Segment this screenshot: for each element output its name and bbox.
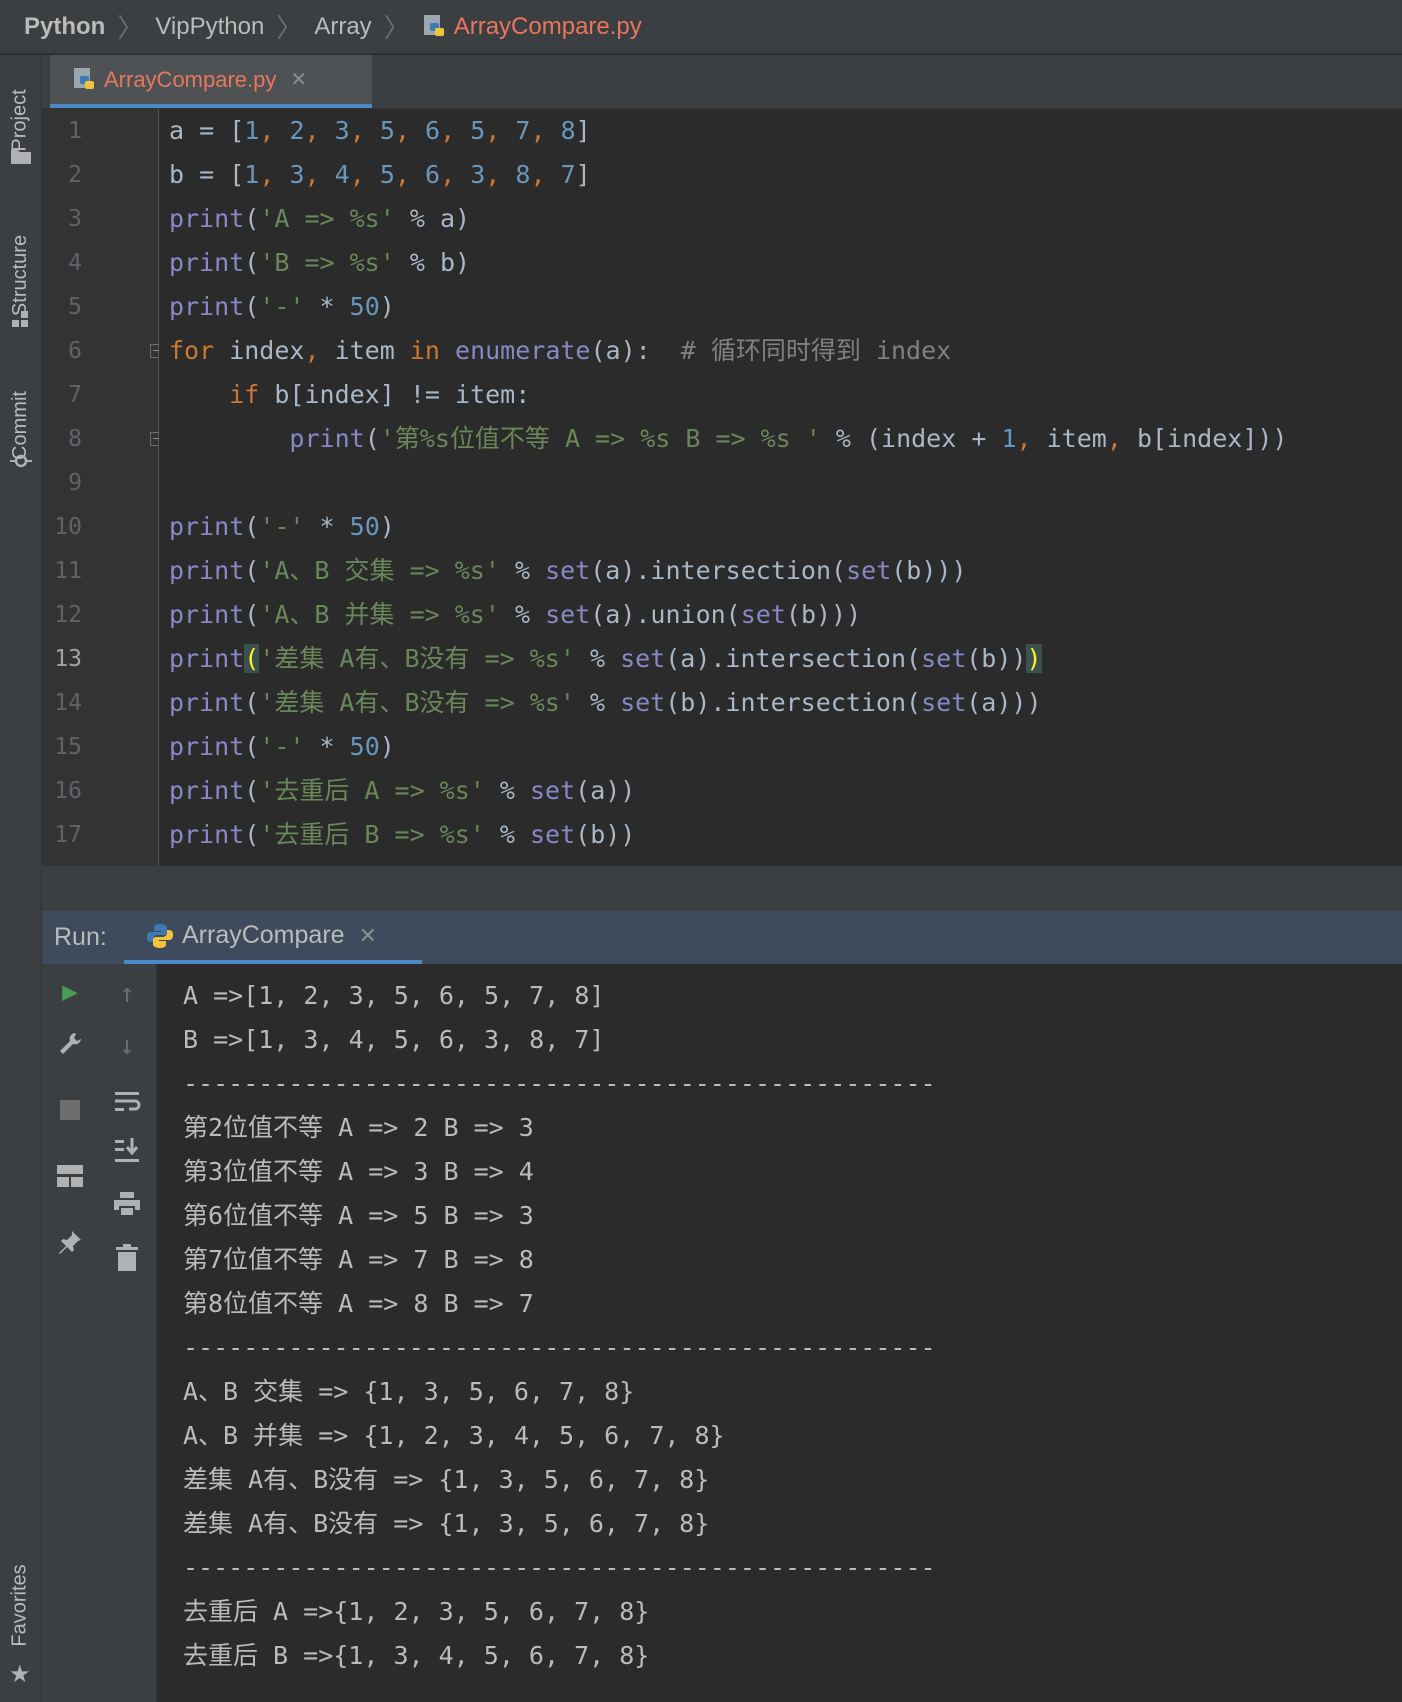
console-line: ----------------------------------------… (183, 1553, 936, 1582)
console-line: 第2位值不等 A => 2 B => 3 (183, 1113, 534, 1142)
code-line: a = [1, 2, 3, 5, 6, 5, 7, 8] (169, 116, 591, 145)
soft-wrap-icon[interactable] (98, 1084, 156, 1120)
run-toolbar-secondary: ↑ ↓ (98, 964, 157, 1702)
console-line: A、B 并集 => {1, 2, 3, 4, 5, 6, 7, 8} (183, 1421, 725, 1450)
line-number: 4 (68, 250, 82, 276)
editor-scroll-padding (42, 866, 1402, 911)
line-number: 11 (54, 558, 82, 584)
line-number: 5 (68, 294, 82, 320)
code-line: for index, item in enumerate(a): # 循环同时得… (169, 336, 952, 365)
chevron-right-icon: 〉 (117, 13, 144, 43)
code-line: print('-' * 50) (169, 292, 395, 321)
chevron-right-icon: 〉 (276, 13, 303, 43)
breadcrumb-item-python[interactable]: Python (24, 13, 105, 41)
line-number: 8 (68, 426, 82, 452)
code-line: print('-' * 50) (169, 732, 395, 761)
line-number: 14 (54, 690, 82, 716)
run-toolbar-primary: ▶ (42, 964, 98, 1702)
close-icon[interactable]: ✕ (359, 923, 377, 949)
trash-icon[interactable] (98, 1240, 156, 1276)
code-line: b = [1, 3, 4, 5, 6, 3, 8, 7] (169, 160, 591, 189)
arrow-up-icon[interactable]: ↑ (98, 976, 156, 1012)
code-line: print('第%s位值不等 A => %s B => %s ' % (inde… (289, 424, 1288, 453)
run-panel-header: Run: ArrayCompare ✕ (42, 911, 1402, 964)
console-line: 第3位值不等 A => 3 B => 4 (183, 1157, 534, 1186)
python-icon (147, 923, 173, 948)
folder-icon (11, 150, 31, 164)
left-tool-strip: Project Structure Commit Favorites ★ (0, 55, 42, 1702)
scroll-to-end-icon[interactable] (98, 1132, 156, 1168)
print-icon[interactable] (98, 1186, 156, 1222)
console-line: 差集 A有、B没有 => {1, 3, 5, 6, 7, 8} (183, 1465, 710, 1494)
breadcrumb-file-label: ArrayCompare.py (453, 12, 642, 40)
code-line: print('A、B 并集 => %s' % set(a).union(set(… (169, 600, 862, 629)
console-line: 第8位值不等 A => 8 B => 7 (183, 1289, 534, 1318)
line-number: 6 (68, 338, 82, 364)
chevron-right-icon: 〉 (383, 13, 410, 43)
line-number-gutter: 1 2 3 4 5 6 7 8 9 10 11 12 13 14 15 16 1… (42, 109, 164, 866)
line-number: 1 (68, 118, 82, 144)
code-line: print('去重后 A => %s' % set(a)) (169, 776, 636, 805)
code-line-current: print('差集 A有、B没有 => %s' % set(a).interse… (169, 644, 1042, 673)
console-line: 去重后 A =>{1, 2, 3, 5, 6, 7, 8} (183, 1597, 650, 1626)
run-tab-label: ArrayCompare (182, 921, 345, 949)
console-line: ----------------------------------------… (183, 1069, 936, 1098)
breadcrumb: Python 〉 VipPython 〉 Array 〉 ArrayCompar… (0, 0, 1402, 54)
layout-icon[interactable] (42, 1158, 98, 1194)
line-number: 9 (68, 470, 82, 496)
python-file-icon (423, 14, 444, 36)
line-number: 2 (68, 162, 82, 188)
project-label: Project (9, 88, 31, 152)
console-line: B =>[1, 3, 4, 5, 6, 3, 8, 7] (183, 1025, 605, 1054)
console-line: 第7位值不等 A => 7 B => 8 (183, 1245, 534, 1274)
arrow-down-icon[interactable]: ↓ (98, 1028, 156, 1064)
code-line: print('A、B 交集 => %s' % set(a).intersecti… (169, 556, 967, 585)
structure-icon (12, 311, 28, 327)
commit-icon (10, 454, 32, 468)
close-icon[interactable]: ✕ (290, 67, 307, 92)
run-tab-arraycompare[interactable]: ArrayCompare ✕ (124, 911, 422, 964)
line-number: 15 (54, 734, 82, 760)
console-line: A =>[1, 2, 3, 5, 6, 5, 7, 8] (183, 981, 605, 1010)
code-line: print('A => %s' % a) (169, 204, 471, 233)
console-line: 去重后 B =>{1, 3, 4, 5, 6, 7, 8} (183, 1641, 650, 1670)
wrench-icon[interactable] (42, 1026, 98, 1062)
breadcrumb-item-vippython[interactable]: VipPython (155, 13, 264, 41)
code-line: print('-' * 50) (169, 512, 395, 541)
code-line: if b[index] != item: (229, 380, 531, 409)
run-console-output[interactable]: A =>[1, 2, 3, 5, 6, 5, 7, 8] B =>[1, 3, … (157, 964, 1402, 1702)
code-line: print('去重后 B => %s' % set(b)) (169, 820, 636, 849)
editor-tab-label: ArrayCompare.py (104, 66, 277, 92)
line-number-current: 13 (54, 646, 82, 672)
structure-label: Structure (9, 234, 31, 316)
breadcrumb-item-array[interactable]: Array (314, 13, 371, 41)
line-number: 3 (68, 206, 82, 232)
editor-tab-arraycompare[interactable]: ArrayCompare.py ✕ (50, 55, 372, 108)
favorites-label: Favorites (9, 1563, 31, 1647)
line-number: 17 (54, 822, 82, 848)
stop-icon[interactable] (42, 1092, 98, 1128)
star-icon: ★ (9, 1661, 31, 1688)
console-line: A、B 交集 => {1, 3, 5, 6, 7, 8} (183, 1377, 635, 1406)
run-label: Run: (54, 923, 107, 951)
code-editor[interactable]: a = [1, 2, 3, 5, 6, 5, 7, 8] b = [1, 3, … (159, 109, 1402, 866)
line-number: 12 (54, 602, 82, 628)
breadcrumb-item-file[interactable]: ArrayCompare.py (422, 13, 642, 41)
commit-label: Commit (9, 390, 32, 460)
line-number: 10 (54, 514, 82, 540)
console-line: 第6位值不等 A => 5 B => 3 (183, 1201, 534, 1230)
tool-window-favorites[interactable]: Favorites (0, 1545, 41, 1665)
code-line: print('差集 A有、B没有 => %s' % set(b).interse… (169, 688, 1042, 717)
line-number: 16 (54, 778, 82, 804)
line-number: 7 (68, 382, 82, 408)
pin-icon[interactable] (42, 1224, 98, 1260)
python-file-icon (74, 67, 94, 89)
editor-tab-bar: ArrayCompare.py ✕ (42, 55, 1402, 109)
console-line: 差集 A有、B没有 => {1, 3, 5, 6, 7, 8} (183, 1509, 710, 1538)
rerun-play-icon[interactable]: ▶ (42, 974, 98, 1010)
console-line: ----------------------------------------… (183, 1333, 936, 1362)
code-line: print('B => %s' % b) (169, 248, 471, 277)
